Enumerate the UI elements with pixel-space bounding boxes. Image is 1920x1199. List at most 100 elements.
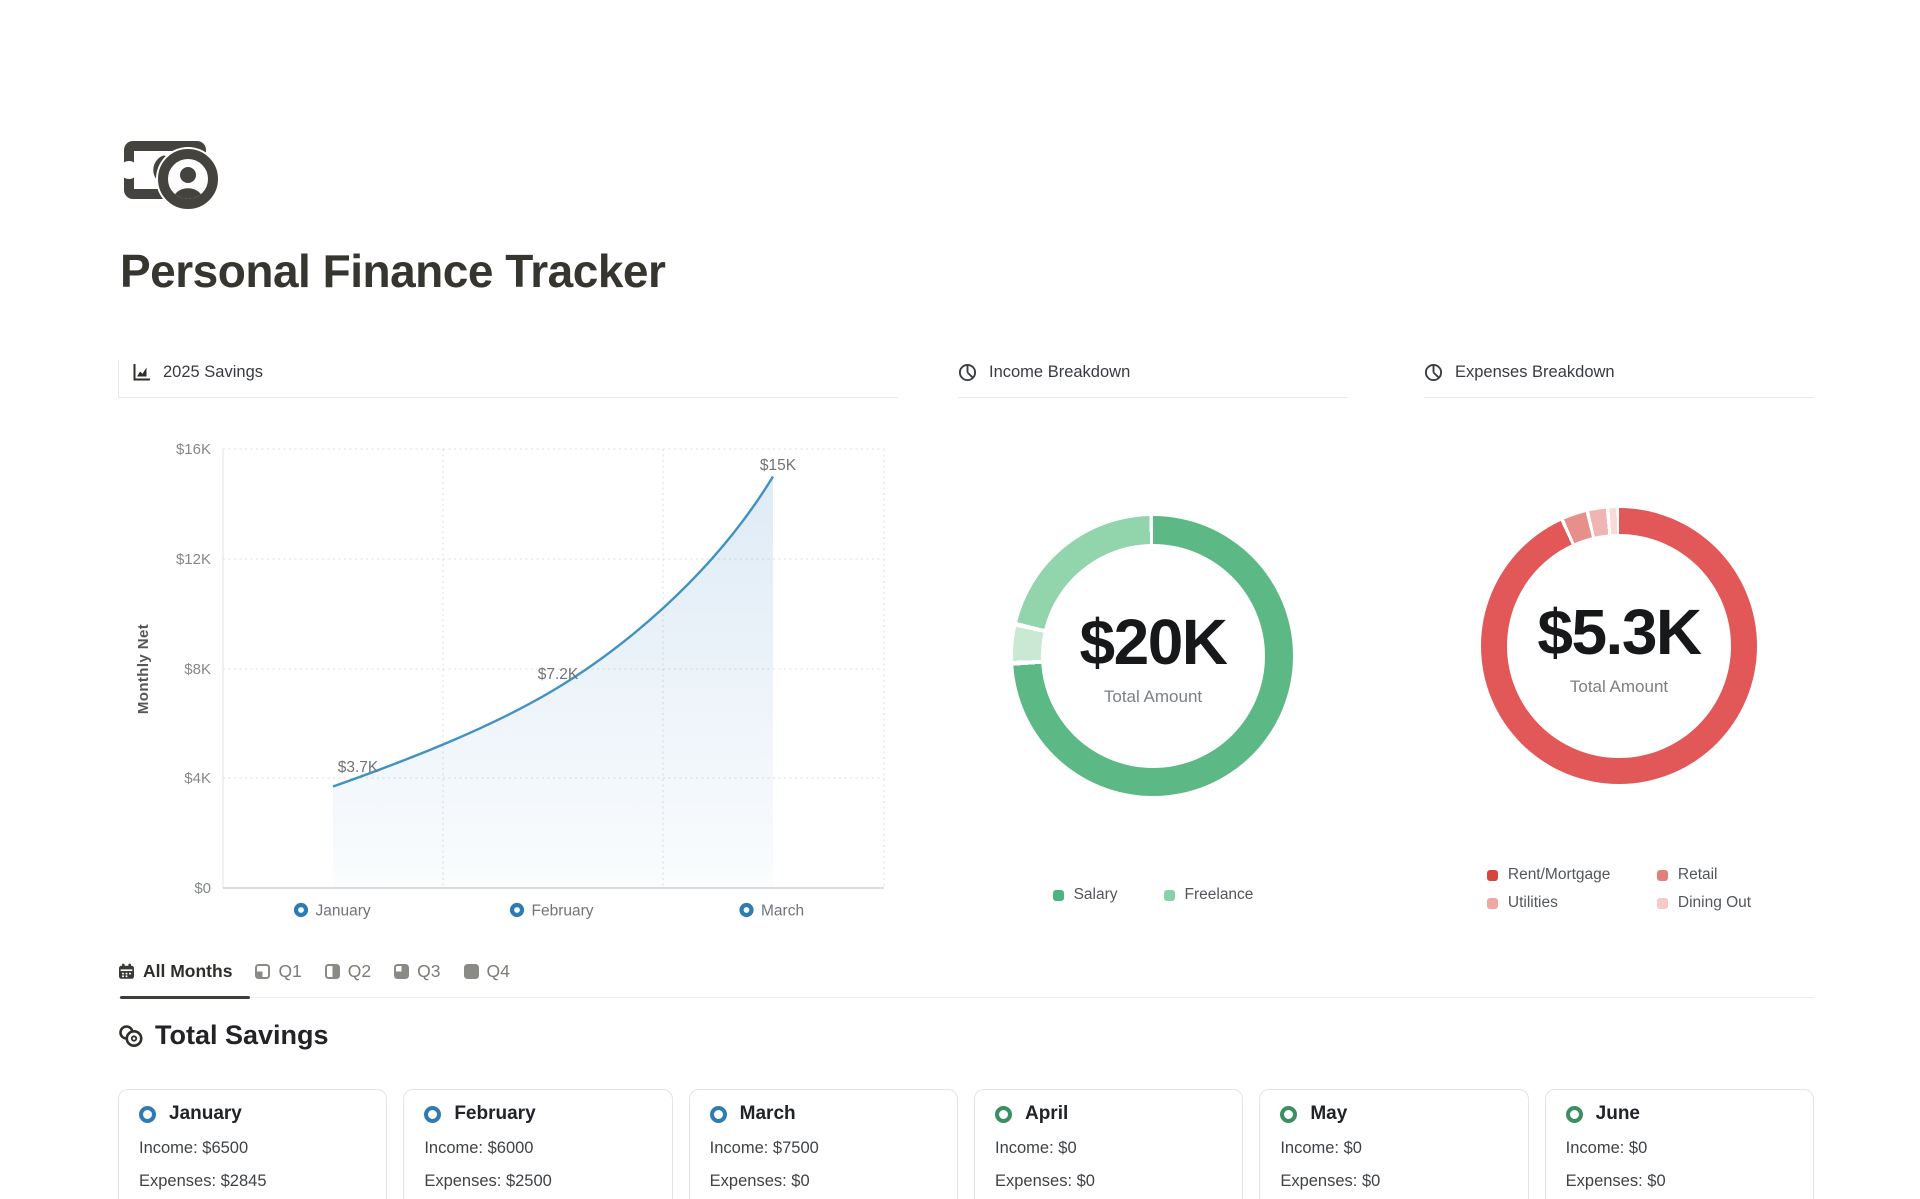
savings-area-chart: $16K $12K $8K $4K $0 Monthly Net $3.7K $… xyxy=(118,398,898,943)
card-income: Income: $0 xyxy=(1566,1139,1793,1158)
section-title: Income Breakdown xyxy=(989,363,1130,382)
card-income: Income: $0 xyxy=(1280,1139,1507,1158)
month-name: March xyxy=(740,1103,796,1125)
y-tick-label: $16K xyxy=(176,441,211,458)
month-name: May xyxy=(1310,1103,1347,1125)
month-card-february: February Income: $6000 Expenses: $2500 N… xyxy=(403,1089,672,1199)
month-marker-dot xyxy=(512,905,522,915)
expenses-section-header: Expenses Breakdown xyxy=(1424,360,1814,398)
x-axis-month-markers: January February March xyxy=(296,903,804,920)
card-income: Income: $7500 xyxy=(710,1139,937,1158)
y-tick-label: $12K xyxy=(176,551,211,568)
tab-q4[interactable]: Q4 xyxy=(464,961,510,982)
tab-q3[interactable]: Q3 xyxy=(394,961,440,982)
income-legend: Salary Freelance xyxy=(958,886,1348,904)
quarter-1-icon xyxy=(255,964,270,979)
month-name: January xyxy=(169,1103,242,1125)
legend-item: Retail xyxy=(1657,866,1751,884)
savings-section: 2025 Savings xyxy=(118,360,898,943)
y-tick-label: $4K xyxy=(184,770,211,787)
tab-label: Q4 xyxy=(487,961,510,982)
month-card-april: April Income: $0 Expenses: $0 Net: $0 xyxy=(974,1089,1243,1199)
month-card-january: January Income: $6500 Expenses: $2845 Ne… xyxy=(118,1089,387,1199)
month-dot-icon xyxy=(424,1106,441,1123)
quarter-4-icon xyxy=(464,964,479,979)
y-tick-label: $0 xyxy=(194,880,211,897)
card-expenses: Expenses: $0 xyxy=(995,1172,1222,1191)
calendar-icon xyxy=(118,963,135,980)
month-name: April xyxy=(1025,1103,1068,1125)
legend-label: Rent/Mortgage xyxy=(1508,866,1611,884)
income-donut-center: $20K Total Amount xyxy=(1041,544,1265,768)
tab-q1[interactable]: Q1 xyxy=(255,961,301,982)
dashboard-sections: 2025 Savings xyxy=(118,360,1814,943)
card-expenses: Expenses: $0 xyxy=(1280,1172,1507,1191)
coins-icon xyxy=(118,1024,144,1048)
expenses-donut-chart: $5.3K Total Amount xyxy=(1481,508,1757,784)
month-dot-icon xyxy=(995,1106,1012,1123)
card-expenses: Expenses: $2500 xyxy=(424,1172,651,1191)
expenses-donut-center: $5.3K Total Amount xyxy=(1507,534,1731,758)
legend-label: Dining Out xyxy=(1678,894,1751,912)
pie-chart-icon xyxy=(958,363,977,382)
point-label: $15K xyxy=(760,457,797,474)
savings-section-header: 2025 Savings xyxy=(118,360,898,398)
legend-swatch-utilities xyxy=(1487,898,1498,909)
month-dot-icon xyxy=(710,1106,727,1123)
total-savings-heading: Total Savings xyxy=(118,1020,329,1051)
tab-label: Q1 xyxy=(278,961,301,982)
tab-q2[interactable]: Q2 xyxy=(325,961,371,982)
quarter-tabs-bar: All Months Q1 Q2 Q3 Q4 xyxy=(118,961,1814,998)
legend-swatch-salary xyxy=(1053,890,1064,901)
active-tab-underline xyxy=(120,996,250,1000)
tab-label: Q3 xyxy=(417,961,440,982)
quarter-2-icon xyxy=(325,964,340,979)
tab-label: Q2 xyxy=(348,961,371,982)
legend-label: Freelance xyxy=(1185,886,1254,904)
income-section: Income Breakdown $20K Total Amount Salar… xyxy=(958,360,1348,943)
month-marker-dot xyxy=(296,905,306,915)
month-card-june: June Income: $0 Expenses: $0 Net: $0 xyxy=(1545,1089,1814,1199)
page-title: Personal Finance Tracker xyxy=(120,244,665,298)
card-income: Income: $6500 xyxy=(139,1139,366,1158)
card-income: Income: $6000 xyxy=(424,1139,651,1158)
legend-item: Rent/Mortgage xyxy=(1487,866,1657,884)
tab-label: All Months xyxy=(143,961,232,982)
expenses-legend: Rent/Mortgage Retail Utilities Dining Ou… xyxy=(1487,866,1751,912)
legend-label: Salary xyxy=(1074,886,1118,904)
month-dot-icon xyxy=(1280,1106,1297,1123)
y-tick-label: $8K xyxy=(184,661,211,678)
legend-label: Retail xyxy=(1678,866,1718,884)
month-dot-icon xyxy=(1566,1106,1583,1123)
heading-label: Total Savings xyxy=(155,1020,329,1051)
page-root: Personal Finance Tracker 2025 Savings xyxy=(0,0,1920,1199)
month-dot-icon xyxy=(139,1106,156,1123)
income-total-label: Total Amount xyxy=(1104,687,1202,707)
card-expenses: Expenses: $0 xyxy=(710,1172,937,1191)
month-label: January xyxy=(316,903,371,920)
point-label: $3.7K xyxy=(338,759,379,776)
expenses-total-label: Total Amount xyxy=(1570,677,1668,697)
legend-item: Utilities xyxy=(1487,894,1657,912)
legend-item: Dining Out xyxy=(1657,894,1751,912)
income-donut-chart: $20K Total Amount xyxy=(1013,516,1293,796)
expenses-section: Expenses Breakdown $5.3K Total Amount Re… xyxy=(1424,360,1814,943)
tab-all-months[interactable]: All Months xyxy=(118,961,232,982)
y-tick-labels: $16K $12K $8K $4K $0 xyxy=(176,441,211,897)
legend-item: Freelance xyxy=(1164,886,1254,904)
y-axis-label: Monthly Net xyxy=(135,624,152,714)
app-logo-icon xyxy=(124,138,228,212)
month-name: February xyxy=(454,1103,535,1125)
section-title: 2025 Savings xyxy=(163,363,263,382)
month-marker-dot xyxy=(742,905,752,915)
pie-chart-icon xyxy=(1424,363,1443,382)
expenses-total-value: $5.3K xyxy=(1537,595,1700,669)
area-chart-icon xyxy=(133,363,151,381)
legend-swatch-rent xyxy=(1487,870,1498,881)
income-section-header: Income Breakdown xyxy=(958,360,1348,398)
card-income: Income: $0 xyxy=(995,1139,1222,1158)
legend-swatch-freelance xyxy=(1164,890,1175,901)
income-total-value: $20K xyxy=(1080,605,1227,679)
card-expenses: Expenses: $2845 xyxy=(139,1172,366,1191)
legend-label: Utilities xyxy=(1508,894,1558,912)
